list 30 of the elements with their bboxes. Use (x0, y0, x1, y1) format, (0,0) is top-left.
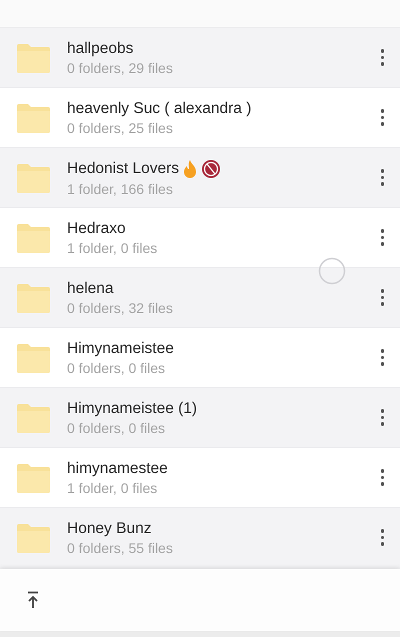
folder-name: himynamestee (67, 460, 168, 478)
folder-details: 1 folder, 0 files (67, 480, 158, 496)
folder-name: Honey Bunz (67, 520, 152, 538)
folder-details: 0 folders, 0 files (67, 360, 166, 376)
folder-details: 0 folders, 25 files (67, 120, 174, 136)
folder-icon (17, 222, 50, 252)
folder-icon (17, 462, 50, 492)
folder-name: heavenly Suc ( alexandra ) (67, 100, 252, 118)
folder-icon (17, 522, 50, 552)
touch-indicator-icon (318, 257, 346, 285)
folder-details: 0 folders, 29 files (67, 60, 174, 76)
folder-name: Hedonist Lovers (67, 160, 180, 178)
folder-icon (17, 282, 50, 312)
folder-name: hallpeobs (67, 40, 134, 58)
folder-details: 1 folder, 0 files (67, 240, 158, 256)
scroll-to-top-icon[interactable] (26, 591, 40, 609)
adults-only-icon (201, 158, 222, 178)
folder-details: 0 folders, 0 files (67, 420, 166, 436)
folder-details: 1 folder, 166 files (67, 180, 174, 196)
folder-name: Hedraxo (67, 220, 126, 238)
folder-details: 0 folders, 55 files (67, 540, 174, 556)
folder-icon (17, 42, 50, 72)
folder-details: 0 folders, 32 files (67, 300, 174, 316)
folder-icon (17, 342, 50, 372)
folder-name: Himynameistee (67, 340, 174, 358)
folder-icon (17, 162, 50, 192)
folder-name: Himynameistee (1) (67, 400, 198, 418)
folder-name: helena (67, 280, 114, 298)
folder-icon (17, 402, 50, 432)
folder-icon (17, 102, 50, 132)
